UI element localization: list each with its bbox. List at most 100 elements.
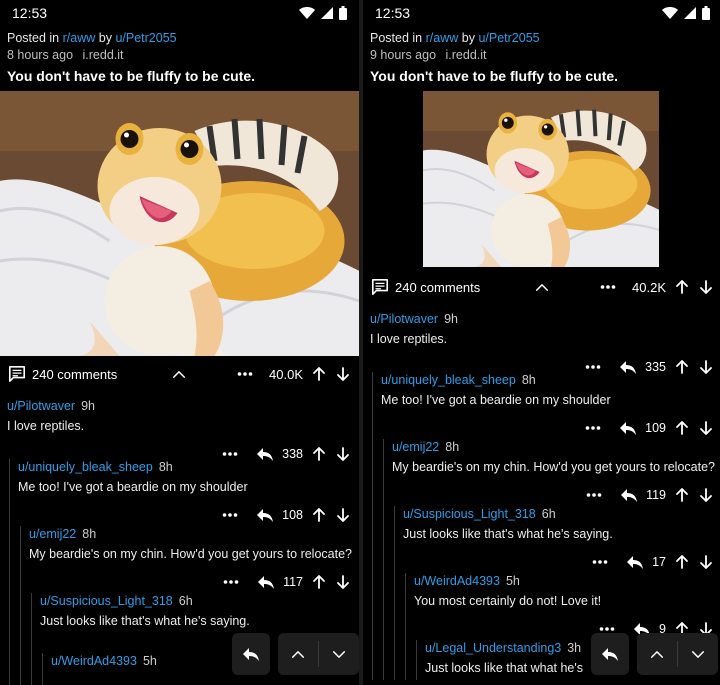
reply-icon [242,646,260,662]
thread-line [42,653,43,685]
comment-author[interactable]: u/uniquely_bleak_sheep [381,373,516,387]
comment-author[interactable]: u/Pilotwaver [370,312,438,326]
reply-icon[interactable] [257,574,275,590]
thread-line [9,593,10,653]
upvote-arrow-icon[interactable] [674,554,690,570]
post-title: You don't have to be fluffy to be cute. [7,68,256,84]
subreddit-link[interactable]: r/aww [426,31,459,45]
comment-nav-group [637,633,718,675]
more-dots-icon[interactable] [600,284,616,290]
comment-author[interactable]: u/uniquely_bleak_sheep [18,460,153,474]
thread-line [372,439,373,506]
collapse-button[interactable] [535,283,549,292]
comments-count-button[interactable]: 240 comments [8,365,117,383]
thread-line [20,526,21,593]
comment: u/emij22 8h My beardie's on my chin. How'… [0,526,359,593]
more-dots-icon[interactable] [599,626,615,632]
thread-line [416,640,417,680]
more-dots-icon[interactable] [586,492,602,498]
comment-bubble-icon [371,278,389,296]
comment-author[interactable]: u/Suspicious_Light_318 [403,507,536,521]
gecko-photo [0,91,359,356]
more-dots-icon[interactable] [237,371,253,377]
upvote-arrow-icon[interactable] [674,279,690,295]
floating-reply-button[interactable] [232,633,270,675]
comments-count-button[interactable]: 240 comments [371,278,480,296]
downvote-arrow-icon[interactable] [698,554,714,570]
comment-author[interactable]: u/Pilotwaver [7,399,75,413]
floating-reply-button[interactable] [591,633,629,675]
post-age: 9 hours ago [370,48,437,62]
thread-line [372,573,373,640]
reply-icon[interactable] [619,420,637,436]
downvote-arrow-icon[interactable] [698,487,714,503]
comment-age: 3h [567,641,582,655]
comments-count: 240 comments [395,279,481,295]
wifi-icon [299,7,315,19]
post-domain[interactable]: i.redd.it [446,48,487,62]
upvote-arrow-icon[interactable] [311,366,327,382]
downvote-arrow-icon[interactable] [335,366,351,382]
comment: u/uniquely_bleak_sheep 8h Me too! I've go… [363,372,720,439]
status-bar: 12:53 [0,0,359,26]
thread-line [9,653,10,685]
upvote-arrow-icon[interactable] [311,574,327,590]
post-image[interactable] [363,91,720,269]
comment-author[interactable]: u/WeirdAd4393 [51,654,137,668]
comment: u/Pilotwaver 9h I love reptiles. 335 [363,305,720,374]
comment-author[interactable]: u/WeirdAd4393 [414,574,500,588]
thread-line [9,526,10,593]
floating-nav [591,633,718,675]
battery-icon [702,6,710,20]
post-domain[interactable]: i.redd.it [83,48,124,62]
more-dots-icon[interactable] [222,451,238,457]
signal-icon [321,7,333,19]
comment-author[interactable]: u/emij22 [29,527,76,541]
next-comment-button[interactable] [319,633,359,675]
post-score: 40.2K [632,279,666,295]
comment-age: 5h [142,654,157,668]
thread-line [394,640,395,680]
next-comment-button[interactable] [678,633,718,675]
more-dots-icon[interactable] [585,425,601,431]
author-link[interactable]: u/Petr2055 [478,31,539,45]
by-label: by [461,31,475,45]
subreddit-link[interactable]: r/aww [63,31,96,45]
upvote-arrow-icon[interactable] [674,420,690,436]
post-image[interactable] [0,91,359,356]
comment-author[interactable]: u/Suspicious_Light_318 [40,594,173,608]
thread-line [20,593,21,653]
comment-body: Just looks like that's what he's saying. [40,614,250,628]
comment-score: 109 [645,421,666,435]
collapse-button[interactable] [172,370,186,379]
previous-comment-button[interactable] [278,633,318,675]
chevron-down-icon [691,650,705,659]
author-link[interactable]: u/Petr2055 [115,31,176,45]
comment-score: 117 [283,575,303,589]
downvote-arrow-icon[interactable] [698,279,714,295]
status-time: 12:53 [375,5,411,21]
more-dots-icon[interactable] [592,559,608,565]
more-dots-icon[interactable] [222,512,238,518]
reply-icon[interactable] [620,487,638,503]
comment-author[interactable]: u/emij22 [392,440,439,454]
reply-icon[interactable] [256,507,274,523]
previous-comment-button[interactable] [637,633,677,675]
comment-author[interactable]: u/Legal_Understanding3 [425,641,561,655]
thread-line [31,593,32,653]
reply-icon [601,646,619,662]
reply-icon[interactable] [626,554,644,570]
comment-score: 108 [282,508,303,522]
upvote-arrow-icon[interactable] [311,507,327,523]
downvote-arrow-icon[interactable] [698,420,714,436]
signal-icon [684,7,696,19]
downvote-arrow-icon[interactable] [335,507,351,523]
more-dots-icon[interactable] [585,364,601,370]
post-action-bar: 240 comments 40.2K [363,269,720,305]
comment: u/Pilotwaver 9h I love reptiles. 338 [0,392,359,461]
upvote-arrow-icon[interactable] [674,487,690,503]
more-dots-icon[interactable] [223,579,239,585]
downvote-arrow-icon[interactable] [335,574,351,590]
comment-age: 8h [521,373,536,387]
thread-line [372,372,373,439]
